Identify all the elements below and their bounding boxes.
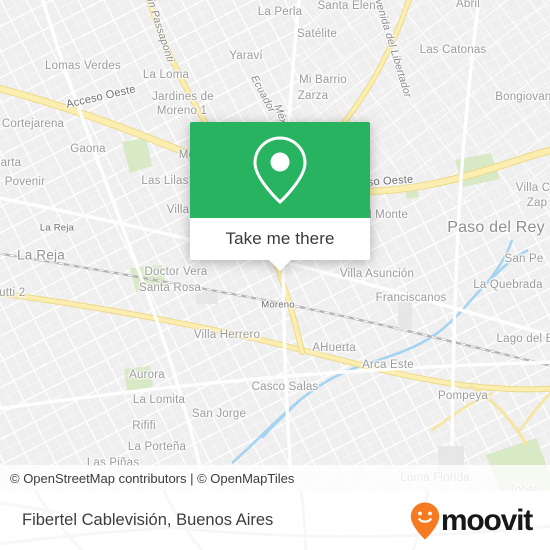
moovit-logo[interactable]: moovit: [410, 502, 550, 540]
moovit-map-screen: Lomas VerdesCortejarenaGaonaMartaPovenir…: [0, 0, 550, 550]
popup-pointer: [269, 260, 291, 271]
map-pin-icon: [253, 136, 307, 205]
moovit-smiley-pin-icon: [410, 502, 440, 539]
destination-popup[interactable]: Take me there: [190, 122, 370, 271]
footer-bar: Fibertel Cablevisión, Buenos Aires moovi…: [0, 491, 550, 550]
map-attribution-bar: © OpenStreetMap contributors | © OpenMap…: [0, 465, 550, 491]
take-me-there-button[interactable]: Take me there: [190, 218, 370, 260]
page-title: Fibertel Cablevisión, Buenos Aires: [22, 511, 274, 529]
map-attribution-text[interactable]: © OpenStreetMap contributors | © OpenMap…: [0, 471, 294, 486]
popup-image-area: [190, 122, 370, 218]
map-viewport[interactable]: Lomas VerdesCortejarenaGaonaMartaPovenir…: [0, 0, 550, 491]
moovit-wordmark: moovit: [440, 503, 533, 537]
take-me-there-label: Take me there: [225, 229, 335, 248]
